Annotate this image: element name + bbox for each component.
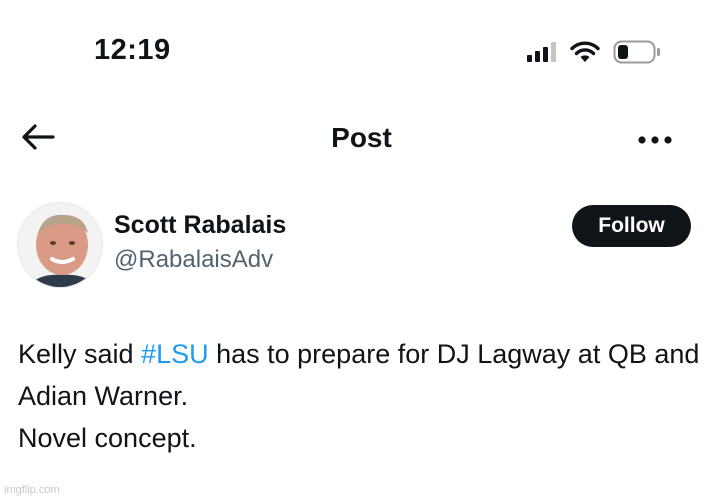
follow-button[interactable]: Follow xyxy=(572,205,691,247)
author-handle[interactable]: @RabalaisAdv xyxy=(114,246,273,274)
page-title: Post xyxy=(331,122,392,153)
avatar-image xyxy=(18,203,102,287)
author-name[interactable]: Scott Rabalais xyxy=(114,211,286,240)
more-horizontal-icon xyxy=(638,131,672,149)
more-options-button[interactable] xyxy=(635,130,675,150)
avatar[interactable] xyxy=(17,202,103,288)
tweet-text-line: Novel concept. xyxy=(18,423,197,453)
status-icons xyxy=(527,40,661,69)
watermark: imgflip.com xyxy=(4,484,60,496)
tweet-text-part: Kelly said xyxy=(18,339,142,369)
tweet-text: Kelly said #LSU has to prepare for DJ La… xyxy=(18,333,708,459)
wifi-icon xyxy=(570,41,600,68)
cellular-signal-icon xyxy=(527,42,557,67)
hashtag-link[interactable]: #LSU xyxy=(141,339,209,369)
status-time: 12:19 xyxy=(94,34,171,66)
battery-icon xyxy=(613,40,661,69)
post-screen: 12:19 Post Scott Rabalais @RabalaisAdv F… xyxy=(0,0,723,500)
